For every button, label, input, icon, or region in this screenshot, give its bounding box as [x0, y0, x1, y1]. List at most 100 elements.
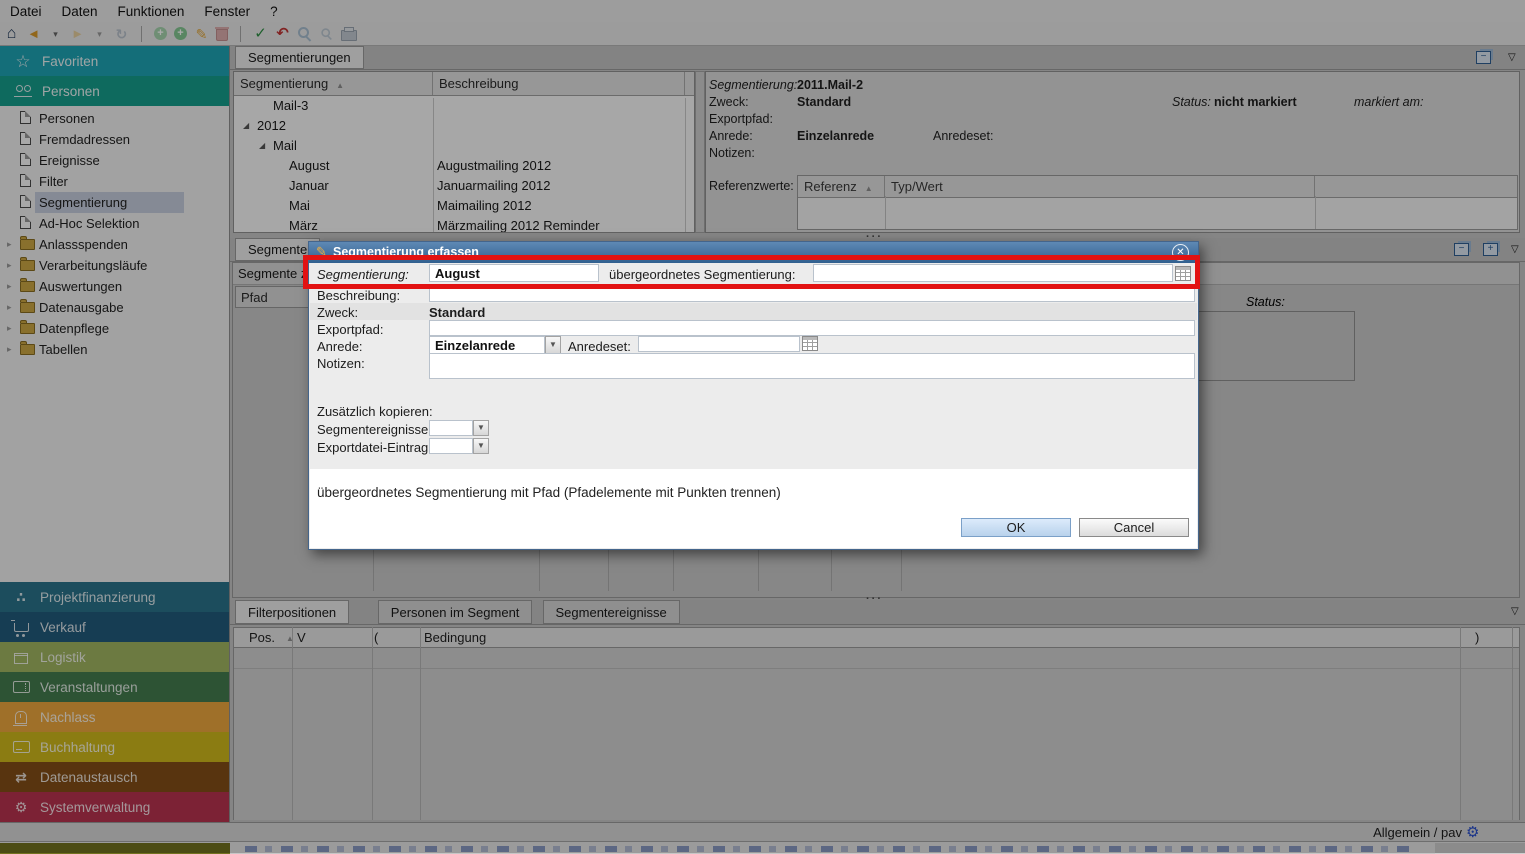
exportdatei-dropdown-icon[interactable]: ▼ — [473, 438, 489, 454]
segmentereignisse-combo[interactable] — [429, 420, 473, 436]
menu-funktionen[interactable]: Funktionen — [108, 2, 195, 21]
undo-icon[interactable]: ↶ — [275, 25, 290, 43]
expand-caret-icon[interactable]: ▸ — [7, 302, 12, 313]
sidebar-item-anlassspenden[interactable]: ▸Anlassspenden — [0, 234, 229, 255]
column-referenz[interactable]: Referenz▲ — [798, 176, 885, 197]
cancel-button[interactable]: Cancel — [1079, 518, 1189, 537]
search-icon[interactable] — [297, 26, 312, 41]
sidebar-section-veranstaltungen[interactable]: Veranstaltungen — [0, 672, 229, 702]
exportdatei-combo[interactable] — [429, 438, 473, 454]
menu-fenster[interactable]: Fenster — [194, 2, 260, 21]
expand-caret-icon[interactable]: ▸ — [7, 239, 12, 250]
anrede-dropdown-icon[interactable]: ▼ — [545, 336, 561, 354]
column-open-paren[interactable]: ( — [374, 630, 378, 645]
refresh-icon[interactable]: ↻ — [114, 25, 129, 43]
dialog-close-icon[interactable]: ✕ — [1172, 244, 1189, 261]
sidebar-section-systemverwaltung[interactable]: ⚙Systemverwaltung — [0, 792, 229, 822]
segmentierung-input[interactable] — [429, 264, 599, 282]
ok-button[interactable]: OK — [961, 518, 1071, 537]
panel-menu-icon[interactable]: ▽ — [1508, 52, 1516, 63]
sidebar-section-buchhaltung[interactable]: Buchhaltung — [0, 732, 229, 762]
sidebar-section-logistik[interactable]: Logistik — [0, 642, 229, 672]
notizen-textarea[interactable] — [429, 353, 1195, 379]
back-caret-icon[interactable]: ▾ — [48, 25, 63, 43]
sidebar-section-projektfinanzierung[interactable]: ∴Projektfinanzierung — [0, 582, 229, 612]
column-bedingung[interactable]: Bedingung — [424, 630, 486, 645]
confirm-icon[interactable]: ✓ — [253, 25, 268, 43]
column-beschreibung[interactable]: Beschreibung — [433, 72, 685, 95]
column-v[interactable]: V — [297, 630, 306, 645]
menu-daten[interactable]: Daten — [52, 2, 108, 21]
lookup-grid-icon[interactable] — [802, 336, 818, 351]
sidebar-item-adhocselektion[interactable]: Ad-Hoc Selektion — [0, 213, 229, 234]
add-sub-icon[interactable]: + — [174, 27, 187, 40]
expand-caret-icon[interactable]: ▸ — [7, 260, 12, 271]
tree-row-mail-3[interactable]: Mail-3 — [234, 96, 694, 116]
sidebar-item-auswertungen[interactable]: ▸Auswertungen — [0, 276, 229, 297]
background-window-text — [245, 846, 1410, 852]
back-icon[interactable]: ◄ — [26, 25, 41, 43]
window-restore-icon[interactable]: − — [1454, 243, 1469, 256]
expand-caret-icon[interactable]: ▸ — [7, 281, 12, 292]
column-close-paren[interactable]: ) — [1475, 630, 1479, 645]
uebergeordnet-input[interactable] — [813, 264, 1173, 282]
window-maximize-icon[interactable]: + — [1483, 243, 1498, 256]
sidebar-item-ereignisse[interactable]: Ereignisse — [0, 150, 229, 171]
sidebar-item-label: Filter — [39, 174, 68, 189]
sidebar-section-verkauf[interactable]: Verkauf — [0, 612, 229, 642]
home-icon[interactable]: ⌂ — [4, 25, 19, 43]
sidebar-section-personen[interactable]: Personen — [0, 76, 229, 106]
menu-[interactable]: ? — [260, 2, 288, 21]
sidebar-section-nachlass[interactable]: Nachlass — [0, 702, 229, 732]
anrede-combo[interactable]: Einzelanrede — [429, 336, 545, 354]
tree-row-mail[interactable]: ◢Mail — [234, 136, 694, 156]
exportpfad-input[interactable] — [429, 320, 1195, 336]
tree-row-2012[interactable]: ◢2012 — [234, 116, 694, 136]
sidebar-item-filter[interactable]: Filter — [0, 171, 229, 192]
sidebar-item-segmentierung[interactable]: Segmentierung — [0, 192, 229, 213]
sidebar-item-datenpflege[interactable]: ▸Datenpflege — [0, 318, 229, 339]
edit-icon[interactable]: ✎ — [194, 25, 209, 43]
tab-segmentierungen[interactable]: Segmentierungen — [235, 46, 364, 69]
expand-caret-icon[interactable]: ▸ — [7, 323, 12, 334]
tree-row-august[interactable]: AugustAugustmailing 2012 — [234, 156, 694, 176]
lookup-grid-icon[interactable] — [1175, 266, 1191, 281]
tree-row-märz[interactable]: MärzMärzmailing 2012 Reminder — [234, 216, 694, 233]
panel-menu-icon[interactable]: ▽ — [1511, 244, 1519, 255]
sidebar-section-favoriten[interactable]: ☆Favoriten — [0, 46, 229, 76]
tree-expanded-icon[interactable]: ◢ — [259, 136, 265, 156]
tree-row-januar[interactable]: JanuarJanuarmailing 2012 — [234, 176, 694, 196]
tree-row-mai[interactable]: MaiMaimailing 2012 — [234, 196, 694, 216]
forward-caret-icon[interactable]: ▾ — [92, 25, 107, 43]
column-pos[interactable]: Pos. — [249, 630, 275, 645]
column-pfad[interactable]: Pfad — [235, 286, 315, 308]
sidebar-item-verarbeitungsläufe[interactable]: ▸Verarbeitungsläufe — [0, 255, 229, 276]
column-segmentierung[interactable]: Segmentierung▲ — [234, 72, 433, 95]
print-icon[interactable] — [341, 30, 357, 41]
panel-menu-icon[interactable]: ▽ — [1511, 606, 1519, 617]
sidebar-item-tabellen[interactable]: ▸Tabellen — [0, 339, 229, 360]
sidebar-item-fremdadressen[interactable]: Fremdadressen — [0, 129, 229, 150]
referenzwerte-header: Referenz▲ Typ/Wert — [798, 176, 1517, 198]
menu-datei[interactable]: Datei — [0, 2, 52, 21]
anredeset-input[interactable] — [638, 336, 800, 352]
sidebar-section-datenaustausch[interactable]: ⇄Datenaustausch — [0, 762, 229, 792]
add-icon[interactable]: + — [154, 27, 167, 40]
tab-segmentereignisse[interactable]: Segmentereignisse — [543, 600, 680, 624]
forward-icon[interactable]: ► — [70, 25, 85, 43]
delete-icon[interactable] — [216, 29, 228, 41]
search-person-icon[interactable] — [321, 28, 333, 40]
expand-caret-icon[interactable]: ▸ — [7, 344, 12, 355]
settings-gear-icon[interactable]: ⚙ — [1466, 823, 1479, 841]
column-typ-wert[interactable]: Typ/Wert — [885, 176, 1315, 197]
tab-filterpositionen[interactable]: Filterpositionen — [235, 600, 349, 624]
window-restore-icon[interactable]: − — [1476, 51, 1491, 64]
vertical-splitter[interactable] — [695, 71, 705, 233]
beschreibung-input[interactable] — [429, 286, 1195, 302]
sidebar-item-datenausgabe[interactable]: ▸Datenausgabe — [0, 297, 229, 318]
segmentereignisse-dropdown-icon[interactable]: ▼ — [473, 420, 489, 436]
dialog-titlebar[interactable]: ✎ Segmentierung erfassen ✕ — [309, 242, 1198, 263]
tab-personenimsegment[interactable]: Personen im Segment — [378, 600, 533, 624]
sidebar-item-personen[interactable]: Personen — [0, 108, 229, 129]
tree-expanded-icon[interactable]: ◢ — [243, 116, 249, 136]
